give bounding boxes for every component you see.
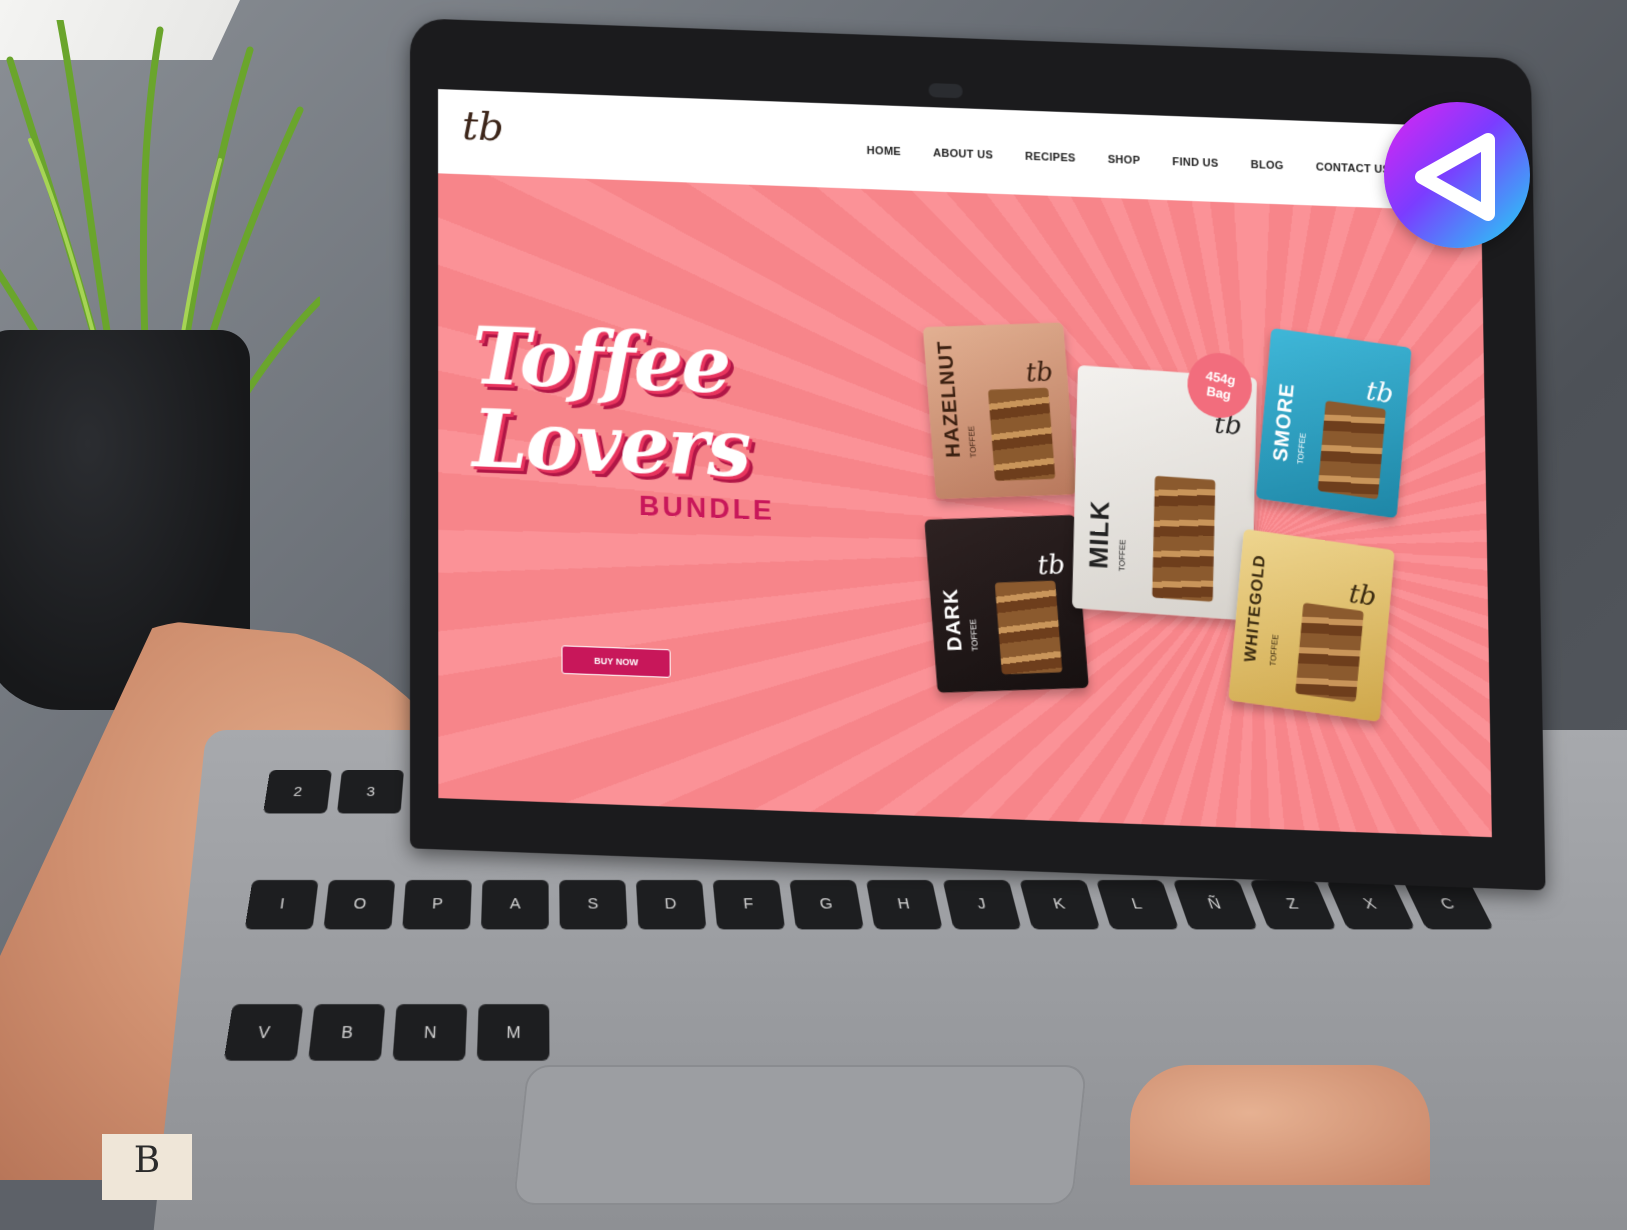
toffee-stack-image (1295, 602, 1364, 703)
key[interactable]: 2 (263, 770, 332, 814)
key[interactable]: Z (1249, 879, 1337, 930)
product-name: SMORE (1269, 381, 1299, 463)
corner-tile: B (102, 1134, 192, 1200)
headline-line-2: Lovers (472, 393, 750, 496)
buy-now-button[interactable]: BUY NOW (561, 645, 671, 678)
nav-about-us[interactable]: ABOUT US (933, 147, 993, 161)
camera-notch (928, 83, 963, 99)
toffee-stack-image (1317, 400, 1386, 500)
key[interactable]: O (323, 879, 396, 930)
product-name: HAZELNUT (933, 340, 966, 459)
nav-shop[interactable]: SHOP (1108, 154, 1141, 167)
product-name: DARK (939, 588, 967, 652)
logo-mark: tb (462, 102, 504, 151)
triangle-glyph-icon (1415, 133, 1495, 221)
key[interactable]: F (712, 879, 786, 930)
key[interactable]: Ñ (1172, 879, 1258, 930)
right-hand (1130, 1065, 1430, 1185)
key[interactable]: K (1019, 879, 1101, 930)
key[interactable]: H (865, 879, 943, 930)
nav-find-us[interactable]: FIND US (1172, 156, 1218, 170)
toffee-stack-image (994, 580, 1063, 675)
nav-home[interactable]: HOME (867, 145, 901, 158)
nav-contact-us[interactable]: CONTACT US (1316, 161, 1391, 176)
key[interactable]: M (476, 1004, 550, 1062)
main-nav: HOME ABOUT US RECIPES SHOP FIND US BLOG … (867, 145, 1391, 176)
product-sub: TOFFEE (968, 618, 980, 651)
key[interactable]: B (308, 1004, 386, 1062)
nav-blog[interactable]: BLOG (1251, 159, 1284, 172)
bag-logo-icon: tb (1024, 357, 1055, 389)
key[interactable]: N (392, 1004, 468, 1062)
key[interactable]: V (223, 1004, 304, 1062)
nav-recipes[interactable]: RECIPES (1025, 151, 1076, 165)
hero-banner: Toffee Lovers BUNDLE BUY NOW HAZELNUT TO… (438, 173, 1492, 838)
key[interactable]: I (244, 879, 319, 930)
laptop-screen: tb THE SOUTHERN TOFFEE HOME ABOUT US REC… (438, 89, 1492, 838)
hero-headline: Toffee Lovers BUNDLE (472, 310, 775, 527)
key[interactable]: G (789, 879, 864, 930)
product-whitegold[interactable]: WHITEGOLD TOFFEE tb (1228, 528, 1395, 722)
toffee-stack-image (987, 387, 1056, 481)
product-smore[interactable]: SMORE TOFFEE tb (1255, 327, 1412, 519)
product-name: MILK (1083, 499, 1115, 571)
toffee-stack-image (1152, 475, 1216, 602)
key[interactable]: P (402, 879, 472, 930)
product-sub: TOFFEE (1295, 431, 1308, 465)
key[interactable]: L (1095, 879, 1179, 930)
key[interactable]: J (942, 879, 1022, 930)
key[interactable]: D (635, 879, 707, 930)
product-dark[interactable]: DARK TOFFEE tb (924, 514, 1089, 693)
key[interactable]: A (480, 879, 549, 930)
play-triangle-icon[interactable] (1384, 102, 1530, 248)
bag-logo-icon: tb (1347, 578, 1378, 613)
product-sub: TOFFEE (966, 425, 979, 458)
trackpad[interactable] (512, 1065, 1088, 1205)
key[interactable]: S (559, 879, 628, 930)
key[interactable]: 3 (336, 770, 404, 814)
key[interactable]: X (1325, 879, 1416, 930)
bag-logo-icon: tb (1036, 549, 1067, 582)
product-sub: TOFFEE (1117, 538, 1128, 572)
laptop-lid: tb THE SOUTHERN TOFFEE HOME ABOUT US REC… (410, 18, 1546, 891)
product-sub: TOFFEE (1268, 633, 1281, 667)
bag-logo-icon: tb (1364, 376, 1395, 410)
product-name: WHITEGOLD (1242, 553, 1269, 664)
site-logo[interactable]: tb THE SOUTHERN TOFFEE (462, 100, 522, 231)
product-hazelnut[interactable]: HAZELNUT TOFFEE tb (922, 322, 1077, 500)
